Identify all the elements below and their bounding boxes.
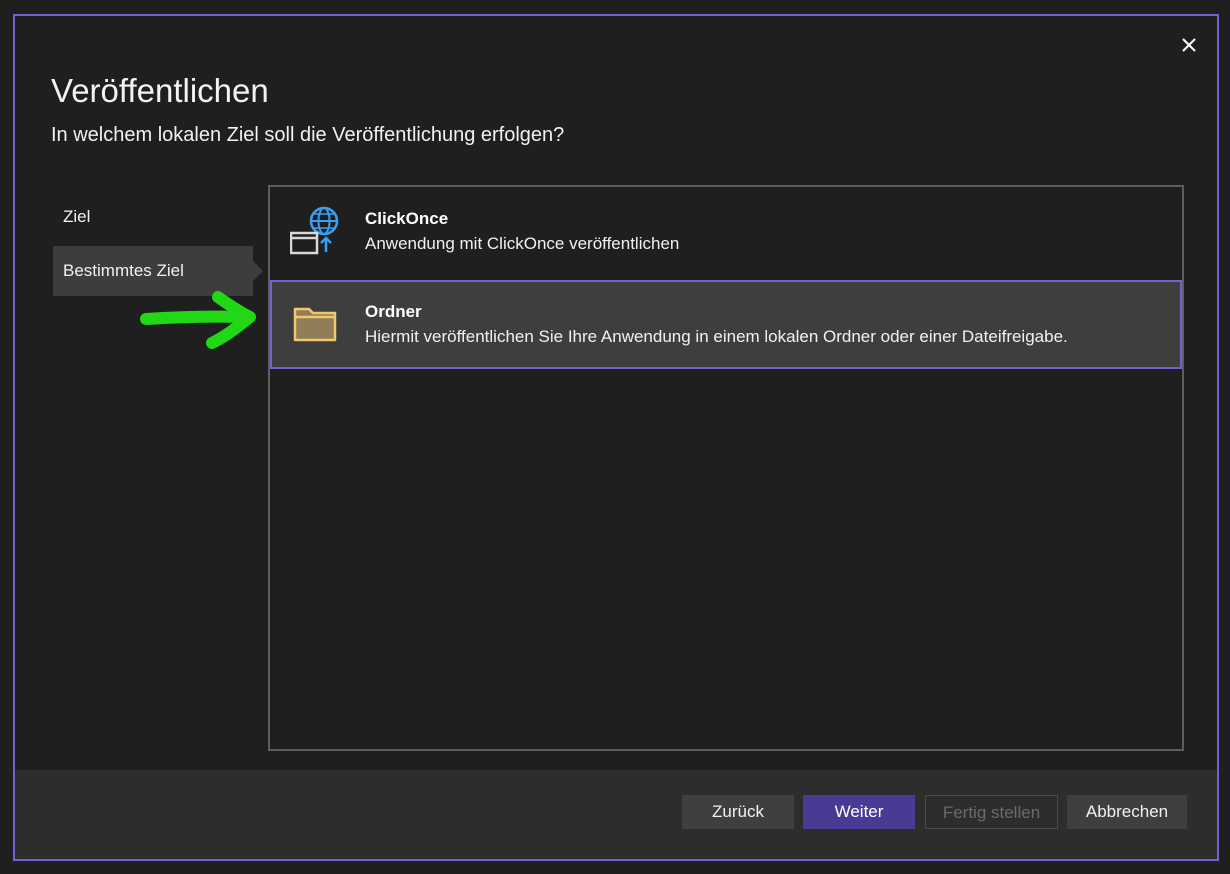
target-list: ClickOnce Anwendung mit ClickOnce veröff…	[268, 185, 1184, 751]
dialog-subtitle: In welchem lokalen Ziel soll die Veröffe…	[51, 124, 565, 146]
cancel-button[interactable]: Abbrechen	[1067, 795, 1187, 829]
clickonce-icon-graphic	[289, 206, 339, 255]
finish-button[interactable]: Fertig stellen	[925, 795, 1058, 829]
dialog-title: Veröffentlichen	[51, 72, 269, 109]
target-title: ClickOnce	[365, 209, 449, 228]
dialog-footer: Zurück Weiter Fertig stellen Abbrechen	[15, 770, 1217, 859]
target-description: Hiermit veröffentlichen Sie Ihre Anwendu…	[365, 327, 1068, 346]
publish-dialog: Veröffentlichen In welchem lokalen Ziel …	[13, 14, 1219, 861]
back-button[interactable]: Zurück	[682, 795, 794, 829]
target-description: Anwendung mit ClickOnce veröffentlichen	[365, 234, 680, 253]
green-arrow-icon	[140, 289, 258, 356]
wizard-steps: Ziel Bestimmtes Ziel	[53, 192, 265, 300]
close-icon-glyph	[1182, 38, 1196, 52]
folder-icon	[291, 298, 343, 350]
green-arrow-graphic	[140, 291, 256, 349]
clickonce-globe-icon	[289, 205, 342, 257]
target-title: Ordner	[365, 302, 422, 321]
step-ziel[interactable]: Ziel	[53, 192, 265, 242]
target-item-clickonce[interactable]: ClickOnce Anwendung mit ClickOnce veröff…	[270, 187, 1182, 276]
next-button[interactable]: Weiter	[803, 795, 915, 829]
folder-icon-graphic	[293, 307, 337, 342]
close-icon[interactable]	[1179, 36, 1199, 56]
target-item-ordner[interactable]: Ordner Hiermit veröffentlichen Sie Ihre …	[270, 280, 1182, 369]
